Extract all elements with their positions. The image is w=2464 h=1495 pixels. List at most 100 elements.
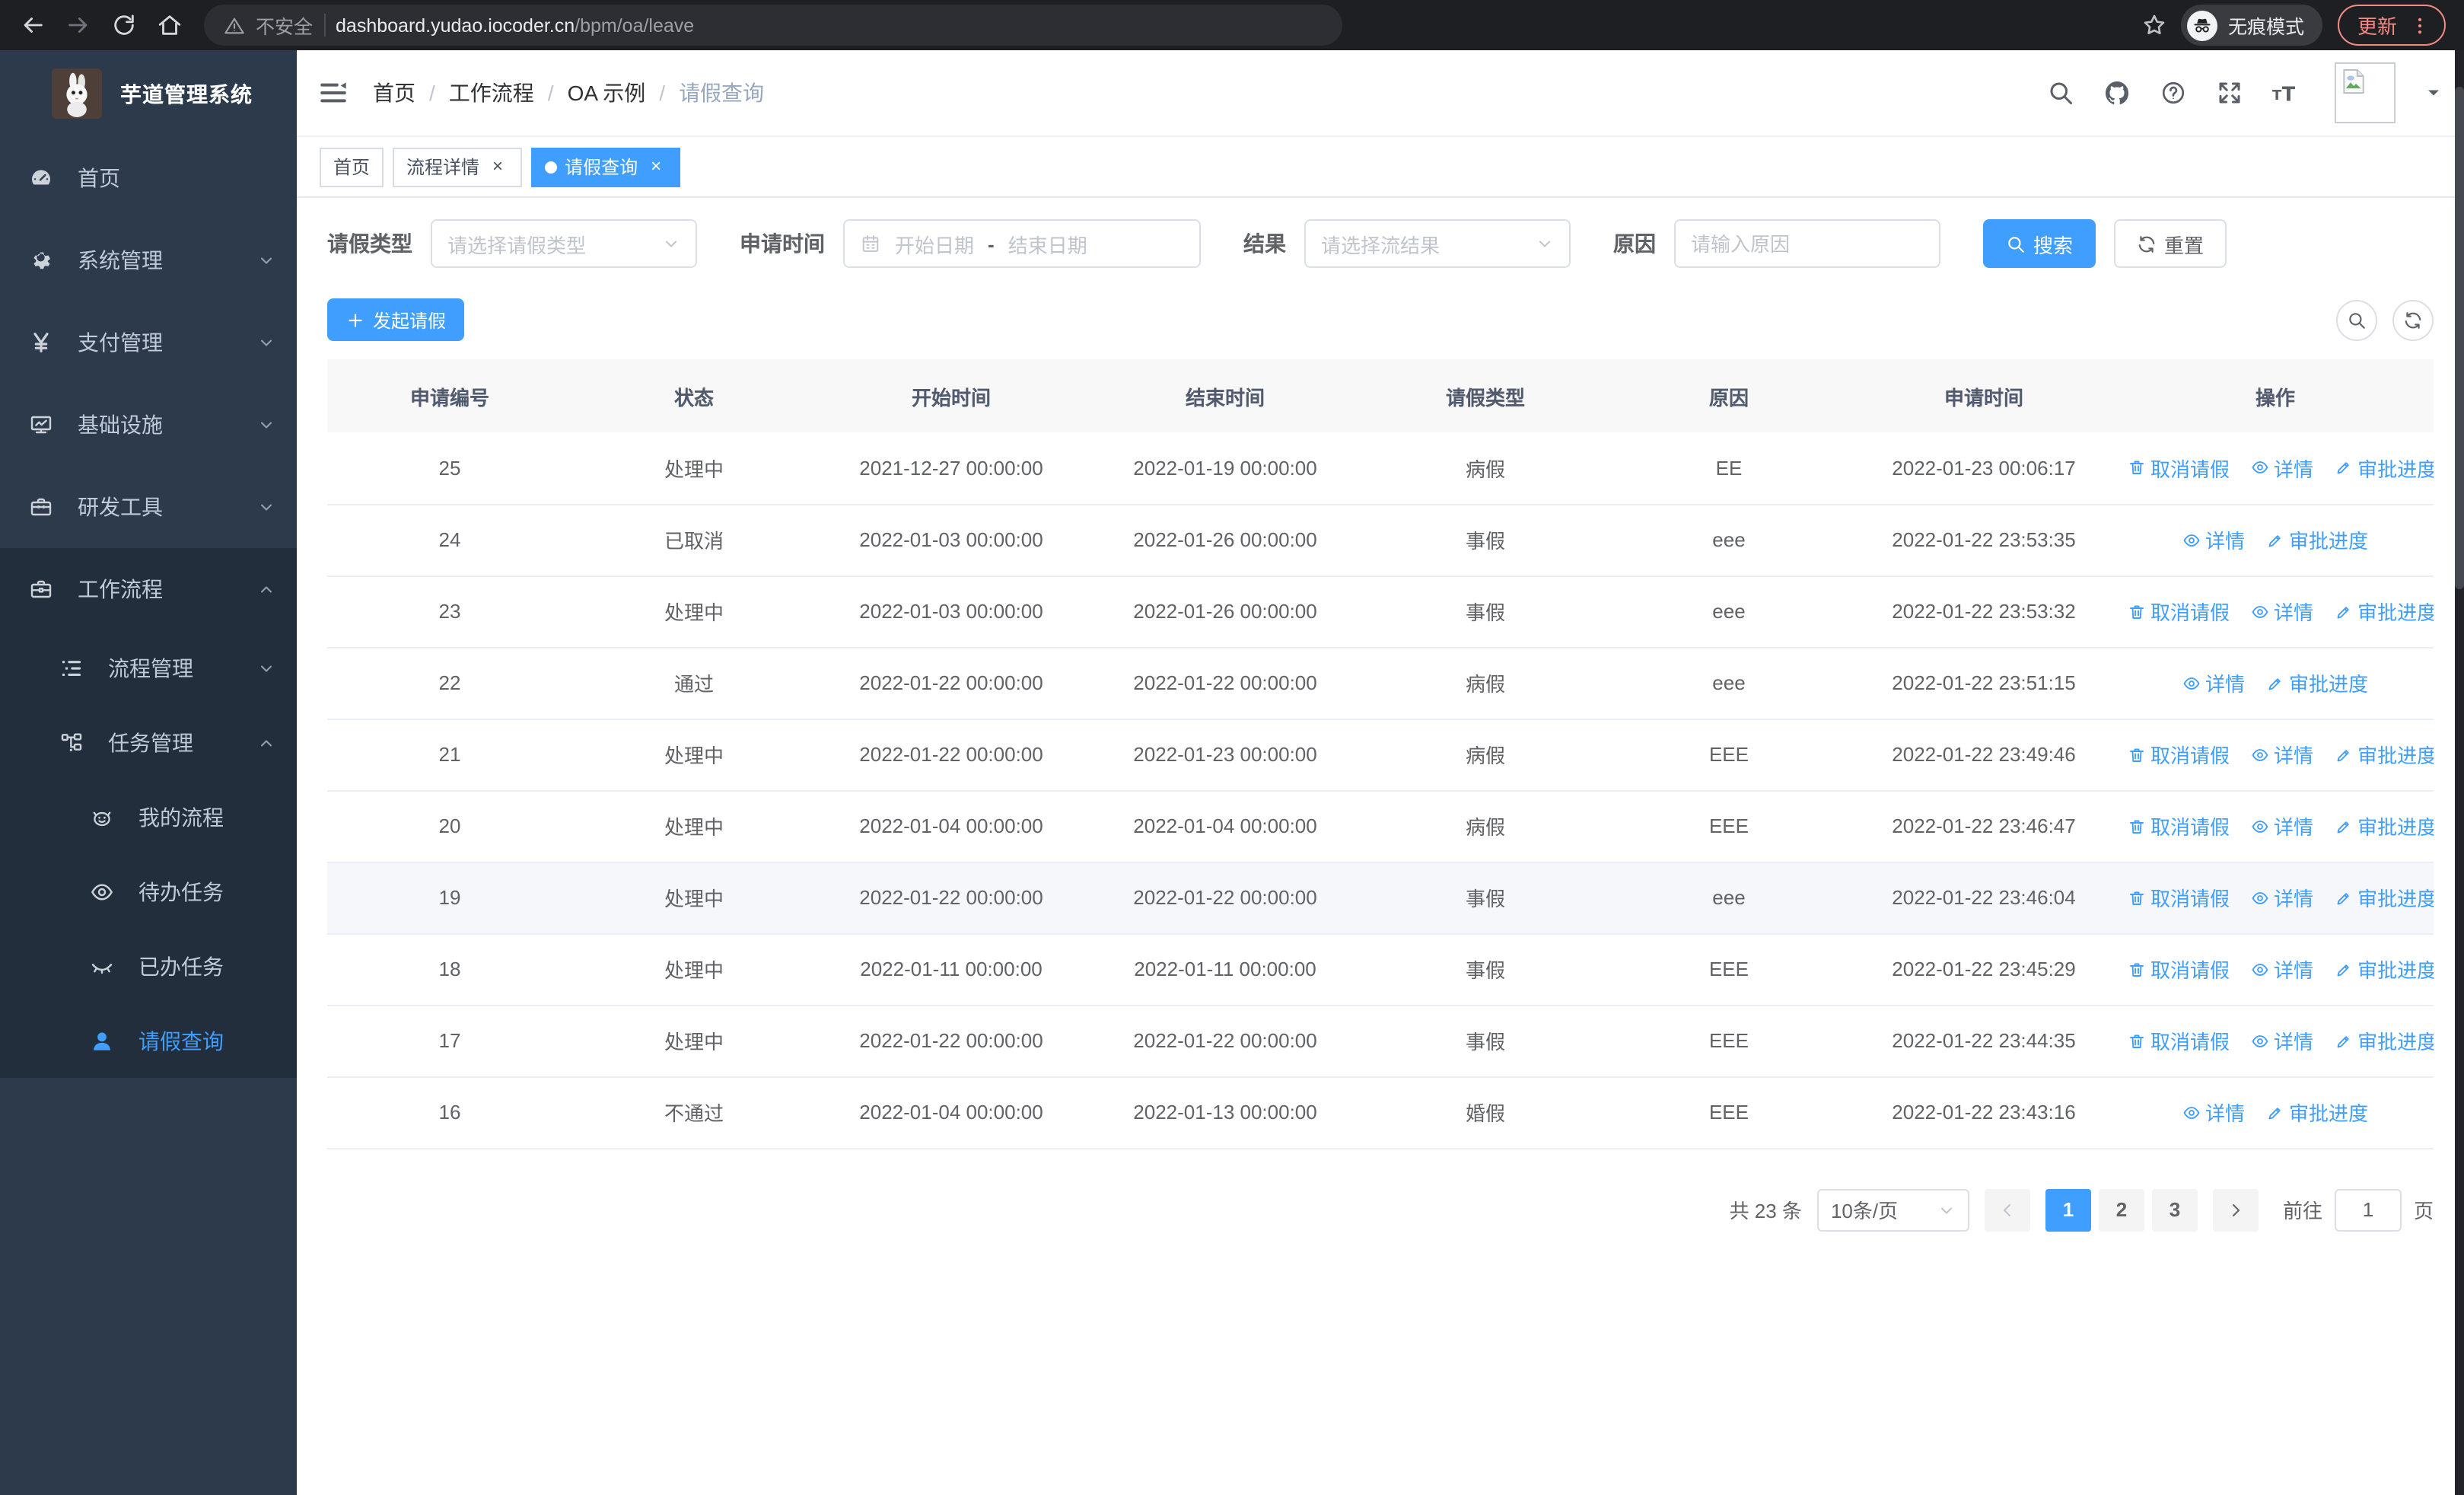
detail-action-link[interactable]: 详情 [2182,1098,2245,1127]
user-menu-caret-icon[interactable] [2424,84,2443,102]
browser-forward-button[interactable] [58,5,97,45]
cancel-action-link[interactable]: 取消请假 [2128,883,2230,912]
browser-reload-button[interactable] [103,5,143,45]
github-icon[interactable] [2103,79,2131,107]
sidebar-item-label: 流程管理 [108,655,193,680]
goto-page-input[interactable] [2334,1188,2402,1231]
bookmark-star-icon[interactable] [2135,5,2175,45]
detail-action-link[interactable]: 详情 [2251,1026,2313,1055]
progress-action-link[interactable]: 审批进度 [2335,955,2434,983]
cancel-action-link[interactable]: 取消请假 [2128,740,2230,769]
leave-type-select[interactable]: 请选择请假类型 [431,219,697,268]
browser-menu-kebab-icon[interactable] [2409,14,2431,36]
monitor-icon [29,413,53,437]
detail-action-link[interactable]: 详情 [2251,955,2313,983]
sidebar-item-process-mgmt[interactable]: 流程管理 [0,630,297,705]
cancel-action-link[interactable]: 取消请假 [2128,811,2230,840]
chev-down-icon [257,658,275,677]
breadcrumb-item[interactable]: OA 示例 [568,78,646,108]
cancel-action-link[interactable]: 取消请假 [2128,955,2230,983]
sidebar-item-workflow[interactable]: 工作流程 [0,548,297,630]
progress-action-link[interactable]: 审批进度 [2266,668,2368,697]
sidebar-item-payment[interactable]: 支付管理 [0,301,297,384]
sidebar-item-todo-task[interactable]: 待办任务 [0,854,297,929]
url-path: /bpm/oa/leave [575,14,695,36]
sidebar-item-devtools[interactable]: 研发工具 [0,466,297,548]
detail-action-link[interactable]: 详情 [2251,883,2313,912]
sidebar-item-system[interactable]: 系统管理 [0,219,297,301]
cancel-action-link[interactable]: 取消请假 [2128,597,2230,626]
create-leave-button[interactable]: 发起请假 [327,298,465,341]
browser-home-button[interactable] [149,5,189,45]
progress-action-link[interactable]: 审批进度 [2266,1098,2368,1127]
toggle-search-button[interactable] [2336,299,2377,340]
breadcrumb-item[interactable]: 工作流程 [449,78,534,108]
avatar[interactable] [2335,62,2396,123]
cell-applied: 2022-01-22 23:43:16 [1851,1076,2117,1149]
progress-action-link[interactable]: 审批进度 [2335,811,2434,840]
detail-action-link[interactable]: 详情 [2251,811,2313,840]
cancel-action-link[interactable]: 取消请假 [2128,454,2230,483]
sidebar-item-my-process[interactable]: 我的流程 [0,779,297,854]
page-size-select[interactable]: 10条/页 [1816,1188,1969,1231]
browser-address-bar[interactable]: 不安全 dashboard.yudao.iocoder.cn/bpm/oa/le… [204,5,1342,46]
yen-icon [29,330,53,355]
progress-action-link[interactable]: 审批进度 [2335,1026,2434,1055]
header-search-icon[interactable] [2047,79,2074,107]
page-scrollbar[interactable] [2455,50,2464,1495]
result-select[interactable]: 请选择流结果 [1304,219,1571,268]
cell-status: 处理中 [572,790,816,862]
progress-action-link[interactable]: 审批进度 [2266,525,2368,554]
search-button[interactable]: 搜索 [1983,219,2096,268]
reset-button[interactable]: 重置 [2114,219,2227,268]
action-label: 审批进度 [2357,1031,2434,1054]
sidebar-item-infra[interactable]: 基础设施 [0,384,297,466]
fullscreen-icon[interactable] [2216,79,2243,107]
font-size-icon[interactable]: TT [2272,79,2300,107]
close-tab-icon[interactable]: × [487,155,508,177]
sidebar-item-leave-query[interactable]: 请假查询 [0,1003,297,1078]
sidebar-item-task-mgmt[interactable]: 任务管理 [0,705,297,779]
help-icon[interactable] [2160,79,2187,107]
tab-首页[interactable]: 首页 [320,147,384,186]
incognito-label: 无痕模式 [2227,17,2304,38]
detail-action-link[interactable]: 详情 [2251,597,2313,626]
page-button-1[interactable]: 1 [2045,1188,2091,1231]
detail-action-link[interactable]: 详情 [2251,740,2313,769]
app-logo[interactable]: 芋道管理系统 [0,50,297,137]
tab-请假查询[interactable]: 请假查询 × [531,147,681,186]
progress-action-link[interactable]: 审批进度 [2335,883,2434,912]
scrollbar-thumb[interactable] [2455,87,2464,589]
apply-time-range-picker[interactable]: 开始日期 - 结束日期 [843,219,1201,268]
next-page-button[interactable] [2212,1188,2259,1231]
reason-input[interactable] [1691,232,1924,255]
cancel-action-link[interactable]: 取消请假 [2128,1026,2230,1055]
detail-action-link[interactable]: 详情 [2182,525,2245,554]
table-row: 22 通过 2022-01-22 00:00:00 2022-01-22 00:00:… [327,647,2434,719]
update-label: 更新 [2357,15,2397,38]
cell-status: 通过 [572,647,816,719]
browser-back-button[interactable] [12,5,52,45]
progress-action-link[interactable]: 审批进度 [2335,597,2434,626]
action-label: 取消请假 [2150,744,2230,767]
page-button-3[interactable]: 3 [2151,1188,2198,1231]
chevron-down-icon [1536,234,1554,253]
browser-update-button[interactable]: 更新 [2337,5,2446,46]
detail-action-link[interactable]: 详情 [2182,668,2245,697]
sidebar-item-home[interactable]: 首页 [0,137,297,219]
breadcrumb-item[interactable]: 首页 [373,78,415,108]
action-label: 取消请假 [2150,601,2230,624]
close-tab-icon[interactable]: × [645,155,667,177]
sidebar-item-done-task[interactable]: 已办任务 [0,929,297,1003]
progress-action-link[interactable]: 审批进度 [2335,740,2434,769]
page-buttons: 123 [2045,1188,2198,1231]
detail-action-link[interactable]: 详情 [2251,454,2313,483]
refresh-table-button[interactable] [2392,299,2434,340]
sidebar-collapse-button[interactable] [318,78,349,108]
eye-icon [90,879,114,904]
prev-page-button[interactable] [1984,1188,2030,1231]
cell-start: 2022-01-11 00:00:00 [816,933,1087,1006]
page-button-2[interactable]: 2 [2098,1188,2144,1231]
tab-流程详情[interactable]: 流程详情 × [393,147,523,186]
progress-action-link[interactable]: 审批进度 [2335,454,2434,483]
